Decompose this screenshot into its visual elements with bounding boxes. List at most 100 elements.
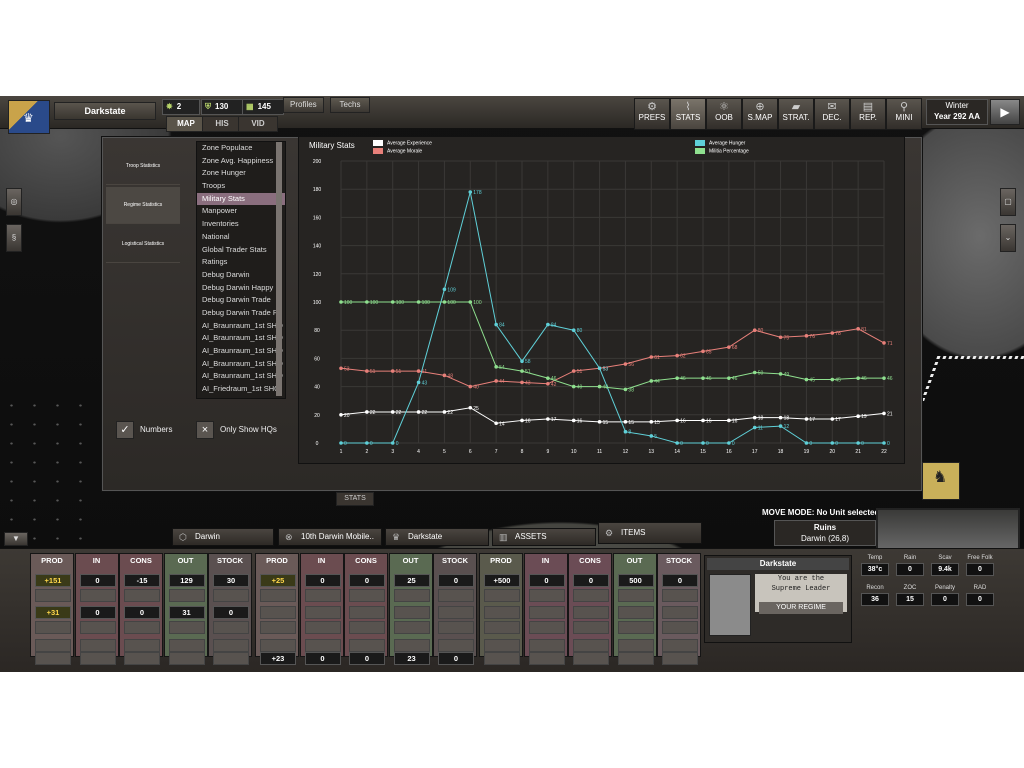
resource-cell[interactable]: +31 xyxy=(35,606,71,619)
stats-category-item[interactable]: AI_Braunraum_1st SHQ xyxy=(197,345,285,358)
data-label: 100 xyxy=(370,300,379,306)
prefs-button[interactable]: ⚙ PREFS xyxy=(634,98,670,130)
data-point xyxy=(804,334,809,338)
stats-category-item[interactable]: Troops xyxy=(197,180,285,193)
resource-cell[interactable]: +25 xyxy=(260,574,296,587)
stats-category-item[interactable]: Ratings xyxy=(197,256,285,269)
stats-tab[interactable]: STATS xyxy=(336,492,374,506)
decisions-button[interactable]: ✉ DEC. xyxy=(814,98,850,130)
column-header: PROD xyxy=(490,556,512,565)
resource-cell[interactable]: 31 xyxy=(168,606,205,619)
y-tick-label: 0 xyxy=(316,441,319,447)
hex-stat-label: Temp xyxy=(867,555,883,561)
stats-category-item[interactable]: Debug Darwin Trade Pr xyxy=(197,307,285,320)
category-scrollbar[interactable] xyxy=(276,142,282,396)
resource-cell[interactable]: 0 xyxy=(349,574,385,587)
data-point xyxy=(365,369,369,373)
stats-category-item[interactable]: National xyxy=(197,231,285,244)
stats-category-item[interactable]: Global Trader Stats xyxy=(197,244,285,257)
stats-category-item[interactable]: AI_Braunraum_1st SHQ xyxy=(197,370,285,383)
techs-button[interactable]: Techs xyxy=(330,97,370,113)
resource-cell[interactable]: 0 xyxy=(79,606,116,619)
tab-darkstate[interactable]: ♛ Darkstate xyxy=(385,528,489,546)
oob-button[interactable]: ⚛ OOB xyxy=(706,98,742,130)
nation-name[interactable]: Darkstate xyxy=(54,102,156,120)
resource-cell[interactable]: -15 xyxy=(124,574,160,587)
data-point xyxy=(442,410,447,414)
resource-cell[interactable]: 0 xyxy=(304,652,341,665)
resource-cell[interactable]: 0 xyxy=(528,574,565,587)
resource-cell[interactable]: 129 xyxy=(168,574,205,587)
resource-cell[interactable]: 25 xyxy=(393,574,430,587)
resource-cell[interactable]: 0 xyxy=(79,574,116,587)
left-panel-handle[interactable]: § xyxy=(6,224,22,252)
resource-cell[interactable]: 0 xyxy=(304,574,341,587)
hex-icon: ⬡ xyxy=(179,532,187,542)
right-panel-handle[interactable]: ⌄ xyxy=(1000,224,1016,252)
stats-category-item[interactable]: Military Stats xyxy=(197,192,285,206)
reports-button[interactable]: ▤ REP. xyxy=(850,98,886,130)
stats-category-item[interactable]: Debug Darwin Trade xyxy=(197,294,285,307)
minimap-button[interactable]: ⚲ MINI xyxy=(886,98,922,130)
data-label: 46 xyxy=(732,376,738,382)
tab-assets[interactable]: ▥ ASSETS xyxy=(492,528,596,546)
y-tick-label: 80 xyxy=(314,328,320,334)
stats-category-item[interactable]: AI_Friedraum_1st SHQ xyxy=(197,383,285,396)
resource-cell[interactable]: 0 xyxy=(213,606,249,619)
resource-cell[interactable]: 0 xyxy=(124,606,160,619)
only-hqs-checkbox[interactable]: × xyxy=(196,421,214,439)
your-regime-button[interactable]: YOUR REGIME xyxy=(759,602,843,614)
tab-items[interactable]: ⚙ ITEMS xyxy=(598,522,702,544)
resource-cell[interactable]: 0 xyxy=(662,574,698,587)
resource-cell[interactable]: 500 xyxy=(617,574,654,587)
stats-category-item[interactable]: Debug Darwin Happy xyxy=(197,282,285,295)
left-panel-handle[interactable]: ◎ xyxy=(6,188,22,216)
tab-his[interactable]: HIS xyxy=(202,116,242,132)
game-window: ♛ Darkstate ✸ 2 ⛨ 130 ▦ 145 Profiles Techs … xyxy=(0,96,1024,672)
profiles-button[interactable]: Profiles xyxy=(283,97,324,113)
end-turn-button[interactable]: ▶ xyxy=(990,99,1020,125)
strategic-map-button[interactable]: ⊕ S.MAP xyxy=(742,98,778,130)
resource-cell[interactable]: +151 xyxy=(35,574,71,587)
tab-unit[interactable]: ⊗ 10th Darwin Mobile.. xyxy=(278,528,382,546)
stats-category-item[interactable]: Zone Avg. Happiness xyxy=(197,155,285,168)
section-logistical-statistics[interactable]: Logistical Statistics xyxy=(106,226,180,263)
stats-button[interactable]: ⌇ STATS xyxy=(670,98,706,130)
stats-category-list[interactable]: Zone Populace Zone Avg. Happiness Zone Hun… xyxy=(196,141,286,399)
stats-category-item[interactable]: AI_Braunraum_1st SHQ xyxy=(197,332,285,345)
section-troop-statistics[interactable]: Troop Statistics xyxy=(106,148,180,185)
tab-darwin[interactable]: ⬡ Darwin xyxy=(172,528,274,546)
resource-cell[interactable]: 0 xyxy=(573,574,609,587)
resource-cell[interactable]: 0 xyxy=(438,652,474,665)
hex-info[interactable]: Ruins Darwin (26,8) xyxy=(774,520,876,546)
resource-cell[interactable]: 23 xyxy=(393,652,430,665)
resource-cell[interactable]: +500 xyxy=(484,574,520,587)
stats-category-item[interactable]: AI_Braunraum_1st SHQ xyxy=(197,320,285,333)
stats-category-item[interactable]: Zone Hunger xyxy=(197,167,285,180)
stats-category-item[interactable]: Zone Populace xyxy=(197,142,285,155)
unit-counter[interactable]: ♞ xyxy=(922,462,960,500)
data-point xyxy=(571,328,576,332)
resource-cell[interactable]: +23 xyxy=(260,652,296,665)
resource-cell[interactable]: 30 xyxy=(213,574,249,587)
stats-category-item[interactable]: AI_Braunraum_1st SHQ xyxy=(197,358,285,371)
right-panel-handle[interactable]: ▢ xyxy=(1000,188,1016,216)
resource-cell xyxy=(349,621,385,634)
stats-category-item[interactable]: Debug Darwin xyxy=(197,269,285,282)
strategy-button[interactable]: ▰ STRAT. xyxy=(778,98,814,130)
collapse-button[interactable]: ▼ xyxy=(4,532,28,546)
resource-cell[interactable]: 0 xyxy=(349,652,385,665)
resource-cell[interactable]: 0 xyxy=(438,574,474,587)
numbers-checkbox[interactable]: ✓ xyxy=(116,421,134,439)
section-regime-statistics[interactable]: Regime Statistics xyxy=(106,187,180,224)
leader-portrait[interactable] xyxy=(709,574,751,636)
tab-map[interactable]: MAP xyxy=(166,116,206,132)
data-label: 80 xyxy=(577,328,583,334)
nation-flag[interactable]: ♛ xyxy=(8,100,50,134)
stats-category-item[interactable]: Inventories xyxy=(197,218,285,231)
selected-unit-preview[interactable] xyxy=(876,508,1020,550)
tab-vid[interactable]: VID xyxy=(238,116,278,132)
stats-category-item[interactable]: Manpower xyxy=(197,205,285,218)
resource-cell xyxy=(349,589,385,602)
y-tick-label: 40 xyxy=(314,385,320,391)
